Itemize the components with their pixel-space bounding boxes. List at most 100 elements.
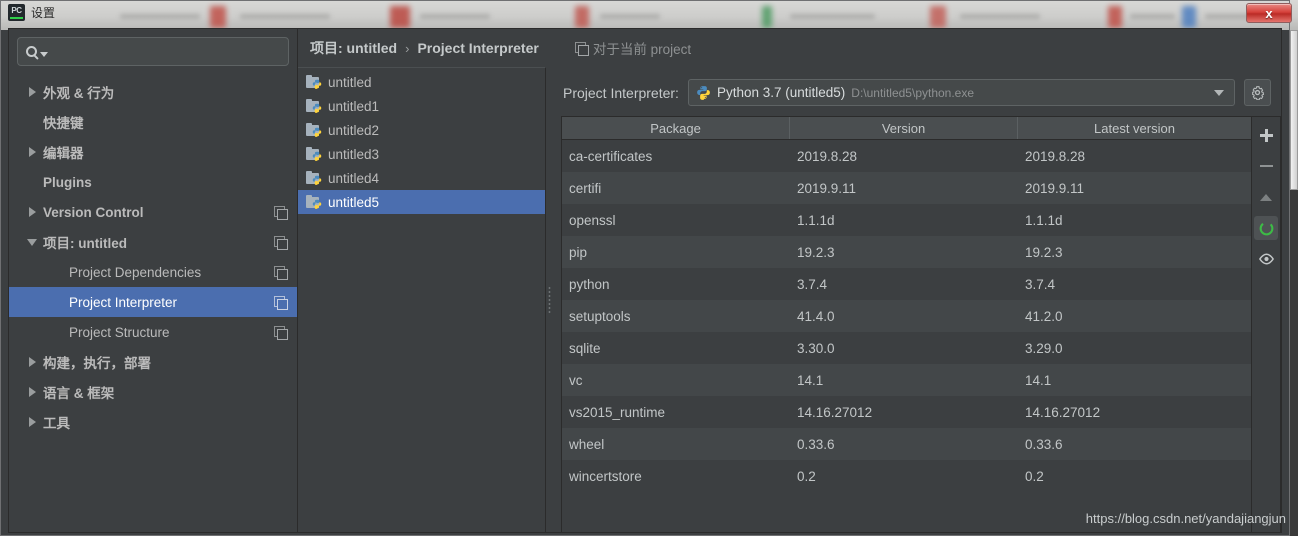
content-columns: untitled untitled1 untitled2 untitled3 untit… [298, 67, 1281, 532]
chevron-right-icon[interactable] [27, 86, 38, 98]
chevron-down-icon[interactable] [1214, 89, 1224, 96]
cell-version: 14.16.27012 [797, 404, 873, 420]
python-project-icon [306, 99, 322, 113]
table-row[interactable]: wheel 0.33.6 0.33.6 [562, 428, 1251, 460]
column-header-latest-version[interactable]: Latest version [1018, 117, 1251, 139]
plus-icon [1259, 128, 1273, 142]
breadcrumb-root[interactable]: 项目: untitled [310, 38, 397, 58]
sidebar-item-label: 项目: untitled [43, 236, 127, 251]
sidebar-item-label: 构建，执行，部署 [43, 356, 151, 371]
chevron-right-icon[interactable] [27, 356, 38, 368]
sidebar-item-7[interactable]: Project Interpreter [9, 287, 297, 317]
python-project-icon [306, 123, 322, 137]
cell-version: 41.4.0 [797, 308, 835, 324]
sidebar-item-3[interactable]: Plugins [9, 167, 297, 197]
project-list-panel: untitled untitled1 untitled2 untitled3 untit… [298, 67, 546, 532]
pycharm-logo-icon: PC [8, 4, 25, 21]
project-list-item[interactable]: untitled1 [298, 94, 545, 118]
cell-latest: 2019.9.11 [1025, 180, 1085, 196]
chevron-down-icon[interactable] [27, 237, 38, 248]
project-scope-icon [274, 265, 288, 280]
title-bar [2, 2, 1290, 29]
column-header-version[interactable]: Version [790, 117, 1018, 139]
table-row[interactable]: certifi 2019.9.11 2019.9.11 [562, 172, 1251, 204]
window-title: 设置 [31, 6, 56, 20]
sidebar-item-8[interactable]: Project Structure [9, 317, 297, 347]
project-scope-icon [574, 41, 589, 56]
cell-package: vs2015_runtime [569, 404, 666, 420]
chevron-right-icon[interactable] [27, 146, 38, 158]
sidebar-item-10[interactable]: 语言 & 框架 [9, 377, 297, 407]
packages-table-area: Package Version Latest version ca-certif… [561, 116, 1281, 532]
cell-version: 2019.8.28 [797, 148, 858, 164]
remove-package-button[interactable] [1254, 154, 1278, 178]
interpreter-settings-button[interactable] [1244, 79, 1271, 106]
table-row[interactable]: python 3.7.4 3.7.4 [562, 268, 1251, 300]
table-row[interactable]: vs2015_runtime 14.16.27012 14.16.27012 [562, 396, 1251, 428]
breadcrumb-separator-icon: › [405, 40, 410, 56]
interpreter-selector-row: Project Interpreter: Python 3.7 (untitle… [553, 67, 1281, 116]
packages-toolbar [1252, 116, 1281, 532]
project-list-item[interactable]: untitled5 [298, 190, 545, 214]
project-list-item[interactable]: untitled4 [298, 166, 545, 190]
panel-splitter[interactable] [546, 67, 553, 532]
cell-package: pip [569, 244, 588, 260]
chevron-right-icon[interactable] [27, 206, 38, 218]
table-row[interactable]: setuptools 41.4.0 41.2.0 [562, 300, 1251, 332]
cell-package: wheel [569, 436, 605, 452]
table-row[interactable]: wincertstore 0.2 0.2 [562, 460, 1251, 492]
upgrade-package-button[interactable] [1254, 185, 1278, 209]
interpreter-path: D:\untitled5\python.exe [851, 85, 975, 100]
sidebar-item-5[interactable]: 项目: untitled [9, 227, 297, 257]
table-row[interactable]: ca-certificates 2019.8.28 2019.8.28 [562, 140, 1251, 172]
sidebar-item-11[interactable]: 工具 [9, 407, 297, 437]
cell-version: 0.2 [797, 468, 816, 484]
cell-latest: 0.33.6 [1025, 436, 1063, 452]
chevron-right-icon[interactable] [27, 386, 38, 398]
interpreter-combobox[interactable]: Python 3.7 (untitled5) D:\untitled5\pyth… [687, 79, 1235, 106]
sidebar-item-4[interactable]: Version Control [9, 197, 297, 227]
minus-icon [1259, 165, 1273, 167]
chevron-right-icon[interactable] [27, 416, 38, 428]
gear-icon [1252, 86, 1265, 100]
show-early-releases-button[interactable] [1254, 247, 1278, 271]
add-package-button[interactable] [1254, 123, 1278, 147]
scrollbar-thumb[interactable] [1290, 30, 1298, 190]
pycharm-settings-window: PC 设置 x 外观 & 行为 快捷键编辑器 Plugins Version Cont… [0, 0, 1298, 536]
up-arrow-icon [1260, 193, 1272, 201]
project-list-item-label: untitled3 [328, 146, 380, 162]
cell-latest: 1.1.1d [1025, 212, 1063, 228]
cell-package: openssl [569, 212, 616, 228]
cell-latest: 14.16.27012 [1025, 404, 1101, 420]
python-project-icon [306, 75, 322, 89]
sidebar-item-0[interactable]: 外观 & 行为 [9, 77, 297, 107]
project-list-item[interactable]: untitled2 [298, 118, 545, 142]
refresh-button[interactable] [1254, 216, 1278, 240]
sidebar-item-6[interactable]: Project Dependencies [9, 257, 297, 287]
sidebar-item-2[interactable]: 编辑器 [9, 137, 297, 167]
cell-version: 19.2.3 [797, 244, 835, 260]
sidebar-item-1[interactable]: 快捷键 [9, 107, 297, 137]
window-scrollbar[interactable] [1290, 30, 1298, 536]
table-row[interactable]: pip 19.2.3 19.2.3 [562, 236, 1251, 268]
column-header-package[interactable]: Package [562, 117, 790, 139]
settings-sidebar: 外观 & 行为 快捷键编辑器 Plugins Version Control 项目: u… [9, 29, 298, 532]
table-row[interactable]: sqlite 3.30.0 3.29.0 [562, 332, 1251, 364]
watermark-text: https://blog.csdn.net/yandajiangjun [1085, 511, 1286, 526]
sidebar-item-label: 编辑器 [43, 146, 84, 161]
search-input[interactable] [51, 44, 280, 59]
table-row[interactable]: vc 14.1 14.1 [562, 364, 1251, 396]
cell-package: wincertstore [569, 468, 642, 484]
sidebar-item-label: 语言 & 框架 [43, 386, 115, 401]
cell-latest: 19.2.3 [1025, 244, 1063, 260]
project-list-item[interactable]: untitled3 [298, 142, 545, 166]
close-icon: x [1265, 5, 1273, 21]
cell-version: 3.30.0 [797, 340, 835, 356]
search-box[interactable] [17, 37, 289, 66]
cell-package: ca-certificates [569, 148, 653, 164]
sidebar-item-9[interactable]: 构建，执行，部署 [9, 347, 297, 377]
project-list-item[interactable]: untitled [298, 70, 545, 94]
close-button[interactable]: x [1246, 3, 1292, 23]
table-row[interactable]: openssl 1.1.1d 1.1.1d [562, 204, 1251, 236]
